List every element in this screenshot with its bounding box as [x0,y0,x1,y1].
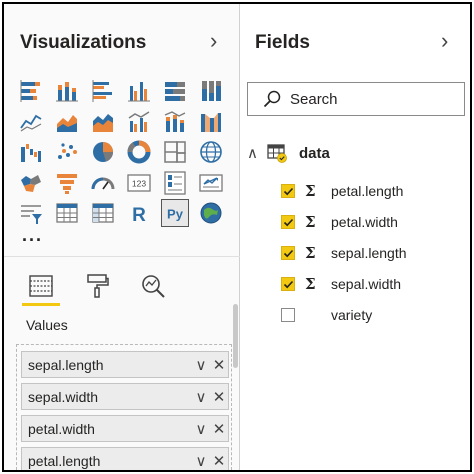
python-visual-icon[interactable]: Py [161,199,189,227]
funnel-chart-icon[interactable] [54,170,80,196]
values-label: Values [26,317,68,333]
r-icon-label: R [132,205,146,226]
line-stacked-column-chart-icon[interactable] [162,109,188,135]
fields-pane: Fields › ∧ data [241,4,470,470]
sigma-icon: Σ [305,244,316,262]
paint-roller-icon [87,274,109,298]
close-icon[interactable]: ✕ [210,420,228,438]
field-checkbox[interactable] [281,184,295,198]
map-icon[interactable] [198,139,224,165]
values-well[interactable]: sepal.length ∨ ✕ sepal.width ∨ ✕ petal.width ∨ ✕… [16,344,232,470]
r-script-visual-icon[interactable]: R [126,200,152,226]
value-field-label: sepal.length [28,356,104,373]
table-icon[interactable] [54,200,80,226]
fields-title: Fields [255,32,310,53]
field-item[interactable]: variety [281,304,461,326]
pie-chart-icon[interactable] [90,139,116,165]
filled-map-icon[interactable] [18,170,44,196]
ribbon-chart-icon[interactable] [198,109,224,135]
divider [4,256,240,257]
field-item[interactable]: Σsepal.length [281,242,461,264]
clustered-bar-chart-icon[interactable] [90,78,116,104]
value-field-label: petal.width [28,420,95,437]
donut-chart-icon[interactable] [126,139,152,165]
arcgis-map-icon[interactable] [198,200,224,226]
value-field-label: petal.length [28,452,101,469]
field-item[interactable]: Σpetal.length [281,180,461,202]
more-visuals-button[interactable]: ... [22,226,43,244]
chevron-down-icon[interactable]: ∨ [192,388,210,406]
field-checkbox[interactable] [281,246,295,260]
field-item[interactable]: Σpetal.width [281,211,461,233]
close-icon[interactable]: ✕ [210,452,228,470]
field-name: sepal.width [331,276,402,292]
fields-well-icon [29,275,53,297]
field-checkbox[interactable] [281,277,295,291]
value-field-item[interactable]: petal.width ∨ ✕ [21,415,229,442]
field-checkbox[interactable] [281,215,295,229]
line-chart-icon[interactable] [18,109,44,135]
card-icon[interactable]: 123 [126,170,152,196]
search-input[interactable] [290,90,440,108]
100-stacked-column-chart-icon[interactable] [198,78,224,104]
waterfall-chart-icon[interactable] [18,139,44,165]
sigma-icon: Σ [305,213,316,231]
table-row-data[interactable]: ∧ data [247,140,447,166]
app-frame: Visualizations › 123 R Py ... Values sep… [2,2,472,472]
stacked-area-chart-icon[interactable] [90,109,116,135]
sigma-icon: Σ [305,182,316,200]
analytics-tab[interactable] [130,266,176,306]
stacked-bar-chart-icon[interactable] [18,78,44,104]
analytics-magnifier-icon [142,275,165,298]
multi-row-card-icon[interactable] [162,170,188,196]
area-chart-icon[interactable] [54,109,80,135]
value-field-item[interactable]: petal.length ∨ ✕ [21,447,229,470]
scrollbar-thumb[interactable] [233,304,238,368]
table-icon [267,143,287,163]
field-name: sepal.length [331,245,407,261]
visualizations-title: Visualizations [20,32,147,53]
visualizations-pane: Visualizations › 123 R Py ... Values sep… [4,4,240,470]
value-field-item[interactable]: sepal.width ∨ ✕ [21,383,229,410]
slicer-icon[interactable] [18,200,44,226]
field-checkbox[interactable] [281,308,295,322]
field-name: petal.length [331,183,404,199]
collapse-table-icon[interactable]: ∧ [247,144,267,162]
build-tabs [18,266,218,308]
fields-tab[interactable] [18,266,64,306]
stacked-column-chart-icon[interactable] [54,78,80,104]
100-stacked-bar-chart-icon[interactable] [162,78,188,104]
chevron-down-icon[interactable]: ∨ [192,356,210,374]
search-box[interactable] [247,82,465,116]
chevron-down-icon[interactable]: ∨ [192,452,210,470]
field-name: variety [331,307,373,323]
close-icon[interactable]: ✕ [210,388,228,406]
table-name: data [299,144,330,162]
gauge-icon[interactable] [90,170,116,196]
value-field-item[interactable]: sepal.length ∨ ✕ [21,351,229,378]
search-icon [263,90,281,108]
clustered-column-chart-icon[interactable] [126,78,152,104]
scatter-chart-icon[interactable] [54,139,80,165]
line-clustered-column-chart-icon[interactable] [126,109,152,135]
card-icon-label: 123 [132,178,146,188]
py-icon-label: Py [167,207,184,222]
kpi-icon[interactable] [198,170,224,196]
sigma-icon: Σ [305,275,316,293]
treemap-icon[interactable] [162,139,188,165]
value-field-label: sepal.width [28,388,99,405]
field-item[interactable]: Σsepal.width [281,273,461,295]
chevron-down-icon[interactable]: ∨ [192,420,210,438]
format-tab[interactable] [74,266,120,306]
matrix-icon[interactable] [90,200,116,226]
close-icon[interactable]: ✕ [210,356,228,374]
collapse-fields-chevron-icon[interactable]: › [441,30,448,52]
collapse-visualizations-chevron-icon[interactable]: › [210,30,217,52]
field-name: petal.width [331,214,398,230]
